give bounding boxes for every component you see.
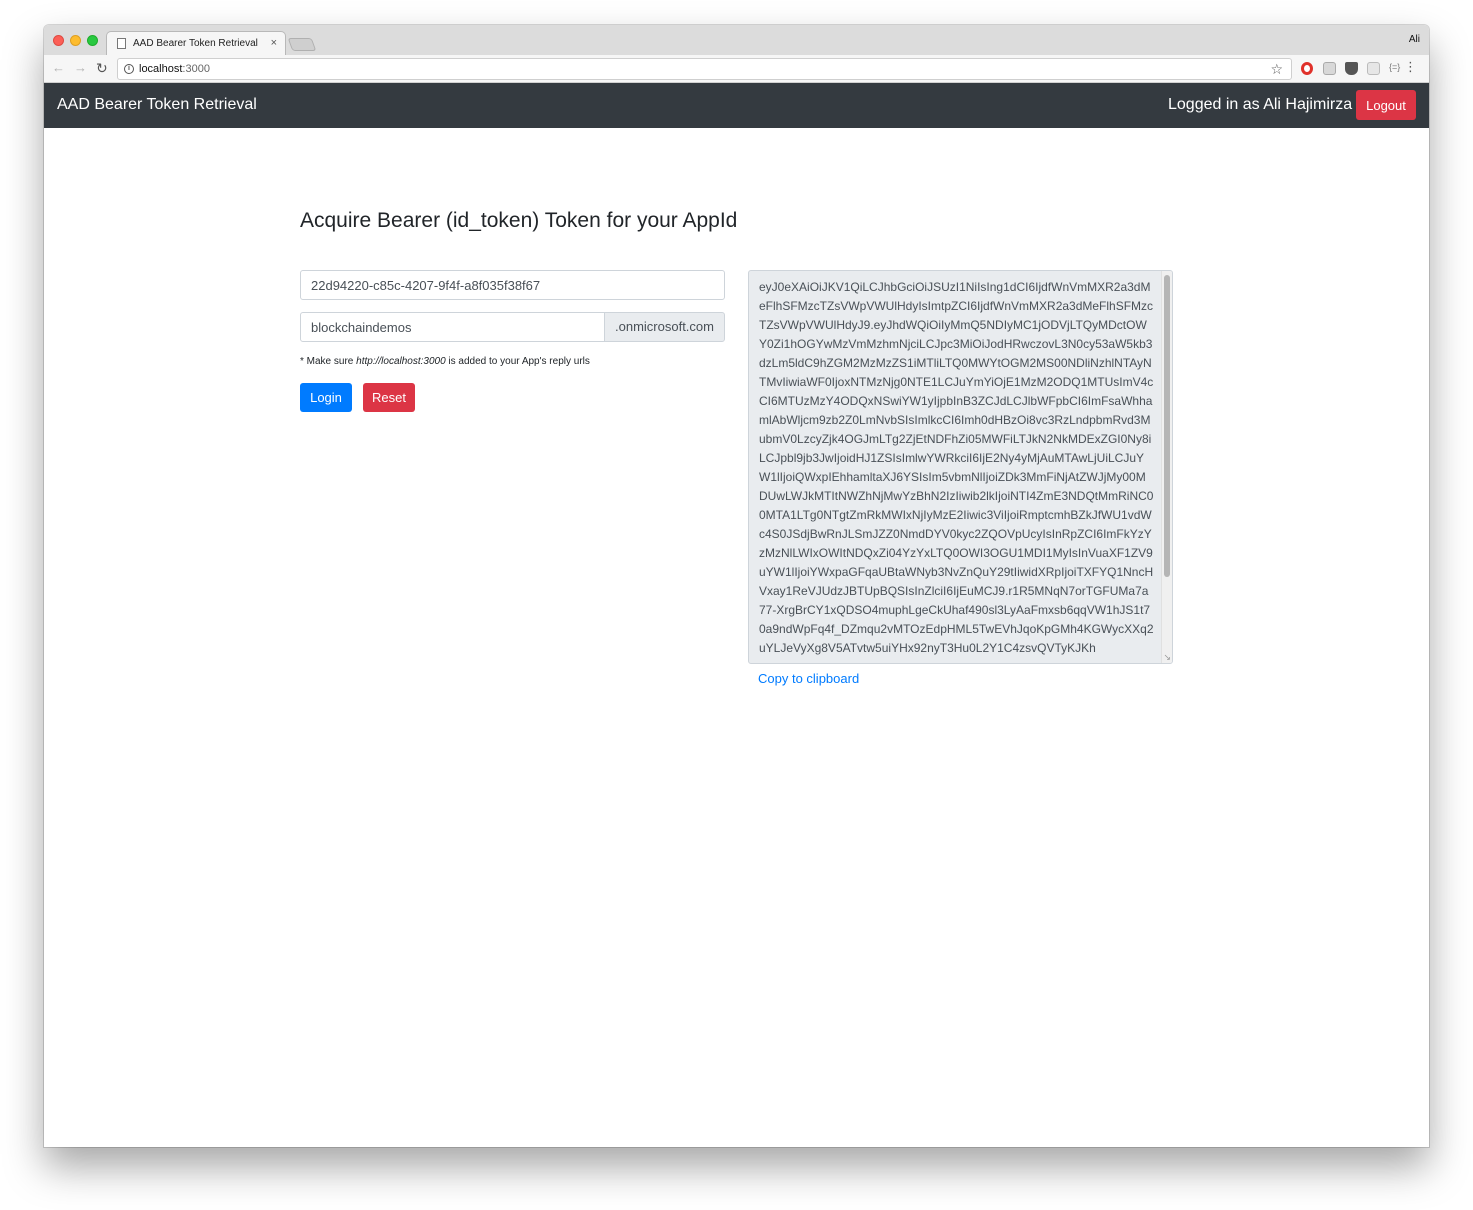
login-button[interactable]: Login xyxy=(300,383,352,412)
forward-arrow-icon[interactable]: → xyxy=(74,61,87,75)
document-icon xyxy=(117,38,126,49)
tab-close-icon[interactable]: × xyxy=(271,37,277,49)
token-scrollbar[interactable] xyxy=(1161,271,1172,663)
browser-toolbar: ← → ↻ i localhost:3000 ☆ {=} ⋮ xyxy=(44,55,1429,83)
navbar-brand[interactable]: AAD Bearer Token Retrieval xyxy=(57,96,257,114)
maximize-window-button[interactable] xyxy=(87,35,98,46)
opera-extension-icon[interactable] xyxy=(1301,62,1313,75)
logout-button[interactable]: Logout xyxy=(1356,90,1416,120)
app-id-input[interactable] xyxy=(300,270,725,300)
tenant-suffix: .onmicrosoft.com xyxy=(604,312,725,342)
browser-window: AAD Bearer Token Retrieval × Ali ← → ↻ i… xyxy=(44,25,1429,1147)
tenant-input[interactable] xyxy=(300,312,605,342)
extension-icon[interactable] xyxy=(1367,62,1380,75)
tab-title: AAD Bearer Token Retrieval xyxy=(133,38,258,49)
reset-button[interactable]: Reset xyxy=(363,383,415,412)
main-content: Acquire Bearer (id_token) Token for your… xyxy=(44,128,1429,1147)
note-suffix: is added to your App's reply urls xyxy=(445,356,590,367)
code-extension-icon[interactable]: {=} xyxy=(1389,62,1402,75)
profile-name[interactable]: Ali xyxy=(1409,34,1420,45)
new-tab-button[interactable] xyxy=(287,38,317,51)
token-text[interactable]: eyJ0eXAiOiJKV1QiLCJhbGciOiJSUzI1NiIsIng1… xyxy=(759,278,1154,658)
reply-url-note: * Make sure http://localhost:3000 is add… xyxy=(300,356,590,367)
note-prefix: * Make sure xyxy=(300,356,357,367)
browser-tab[interactable]: AAD Bearer Token Retrieval × xyxy=(106,31,286,55)
url-text[interactable]: localhost:3000 xyxy=(139,63,210,75)
minimize-window-button[interactable] xyxy=(70,35,81,46)
tenant-input-group: .onmicrosoft.com xyxy=(300,312,725,342)
resize-grip-icon[interactable]: ↘ xyxy=(1163,653,1171,662)
token-textarea[interactable]: eyJ0eXAiOiJKV1QiLCJhbGciOiJSUzI1NiIsIng1… xyxy=(748,270,1173,664)
scrollbar-thumb[interactable] xyxy=(1164,275,1170,577)
pocket-extension-icon[interactable] xyxy=(1345,62,1358,75)
copy-to-clipboard-link[interactable]: Copy to clipboard xyxy=(758,671,859,686)
back-arrow-icon[interactable]: ← xyxy=(52,61,65,75)
tab-strip: AAD Bearer Token Retrieval × Ali xyxy=(44,25,1429,55)
note-url: http://localhost:3000 xyxy=(356,356,446,367)
bookmark-star-icon[interactable]: ☆ xyxy=(1270,61,1283,78)
logged-in-text: Logged in as Ali Hajimirza xyxy=(1168,96,1353,113)
extension-icon[interactable] xyxy=(1323,62,1336,75)
address-bar[interactable]: i localhost:3000 ☆ xyxy=(117,58,1292,80)
browser-menu-icon[interactable]: ⋮ xyxy=(1404,60,1417,74)
page-title: Acquire Bearer (id_token) Token for your… xyxy=(300,209,738,232)
info-icon[interactable]: i xyxy=(124,64,134,74)
close-window-button[interactable] xyxy=(53,35,64,46)
url-host: localhost xyxy=(139,63,183,75)
reload-icon[interactable]: ↻ xyxy=(96,61,108,75)
app-navbar: AAD Bearer Token Retrieval Logged in as … xyxy=(44,83,1429,128)
url-port: :3000 xyxy=(182,63,210,75)
